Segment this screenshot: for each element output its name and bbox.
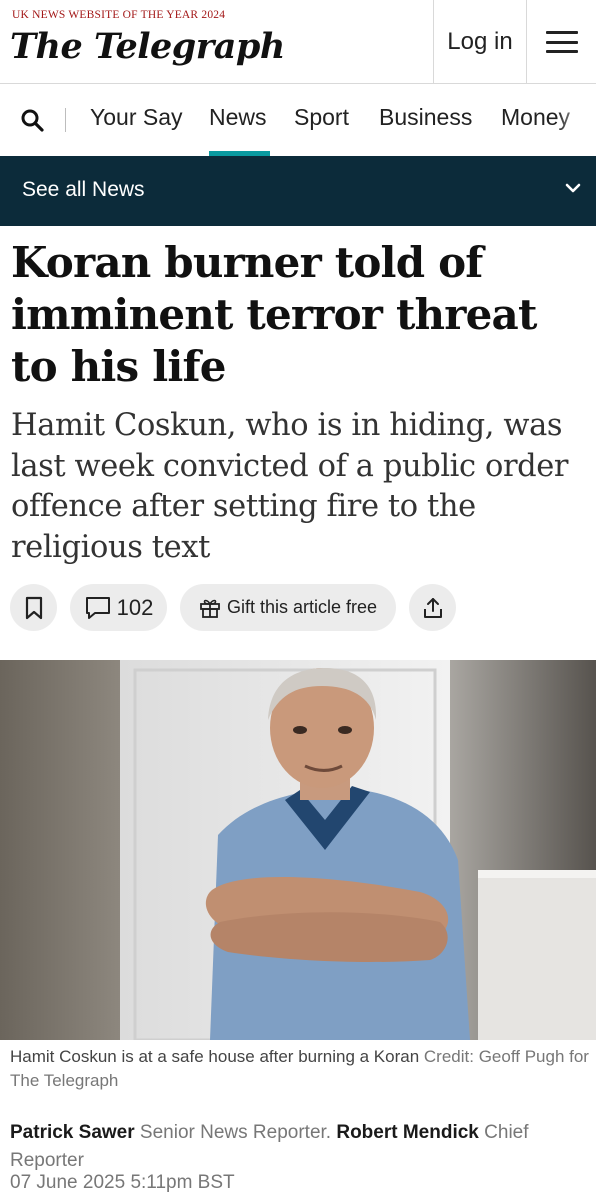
image-caption: Hamit Coskun is at a safe house after bu… (10, 1045, 590, 1093)
section-nav: Your Say News Sport Business Money (0, 84, 596, 156)
share-icon (423, 597, 442, 618)
photo-man-arms-crossed (0, 660, 596, 1040)
award-banner: UK NEWS WEBSITE OF THE YEAR 2024 (12, 9, 226, 21)
author-link-patrick-sawer[interactable]: Patrick Sawer (10, 1122, 135, 1143)
comments-button[interactable]: 102 (70, 584, 167, 631)
bookmark-icon (25, 596, 42, 619)
publish-date: 07 June 2025 5:11pm BST (10, 1172, 235, 1193)
nav-separator (65, 108, 66, 132)
author-link-robert-mendick[interactable]: Robert Mendick (336, 1122, 479, 1143)
gift-article-label: Gift this article free (226, 597, 378, 617)
gift-icon (200, 599, 220, 618)
caption-text: Hamit Coskun is at a safe house after bu… (10, 1047, 420, 1066)
menu-button[interactable] (527, 0, 596, 84)
article-hero-image[interactable] (0, 660, 596, 1040)
see-all-news-bar[interactable]: See all News (0, 156, 596, 226)
gift-article-button[interactable]: Gift this article free (180, 584, 396, 631)
share-button[interactable] (409, 584, 456, 631)
search-icon[interactable] (20, 108, 44, 132)
comment-icon (85, 596, 110, 619)
telegraph-logo[interactable]: The Telegraph (10, 26, 285, 67)
chevron-down-icon[interactable] (564, 182, 582, 194)
masthead: UK NEWS WEBSITE OF THE YEAR 2024 The Tel… (0, 0, 596, 84)
author-role: Senior News Reporter. (139, 1122, 332, 1143)
bookmark-button[interactable] (10, 584, 57, 631)
byline: Patrick Sawer Senior News Reporter. Robe… (10, 1119, 590, 1175)
comment-count: 102 (116, 594, 154, 620)
nav-item-sport[interactable]: Sport (294, 104, 349, 131)
nav-item-business[interactable]: Business (379, 104, 472, 131)
article-headline: Koran burner told of imminent terror thr… (11, 238, 537, 391)
login-button[interactable]: Log in (434, 0, 526, 84)
hamburger-menu-icon (545, 31, 578, 53)
nav-item-your-say[interactable]: Your Say (90, 104, 183, 131)
article-standfirst: Hamit Coskun, who is in hiding, was last… (11, 408, 569, 565)
see-all-news-label: See all News (22, 178, 145, 201)
nav-fade (556, 84, 596, 156)
nav-item-news[interactable]: News (209, 104, 267, 131)
